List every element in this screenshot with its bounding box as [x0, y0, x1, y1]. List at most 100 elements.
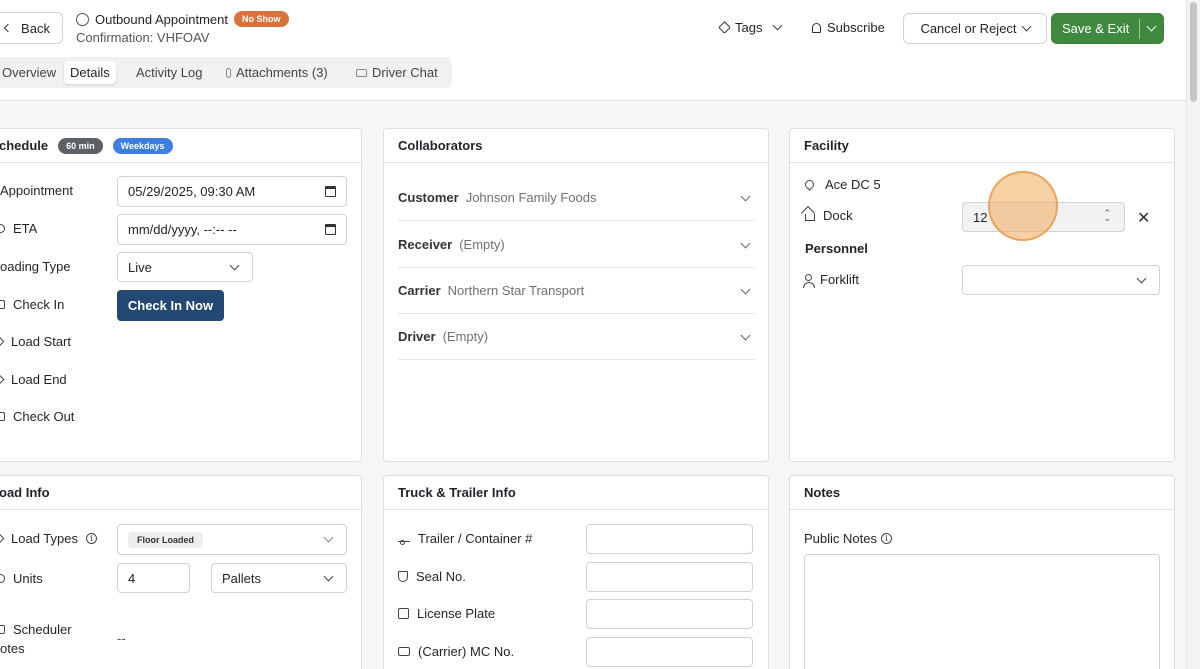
tab-attachments[interactable]: Attachments (3)	[220, 61, 334, 84]
collaborator-value: Johnson Family Foods	[465, 190, 597, 205]
units-input[interactable]: 4	[117, 563, 190, 593]
collaborator-row-carrier[interactable]: Carrier Northern Star Transport	[398, 268, 755, 314]
chevron-down-icon	[773, 20, 783, 31]
info-icon[interactable]: i	[880, 533, 892, 544]
facility-header: Facility	[790, 129, 1174, 163]
load-end-label: Load End	[0, 372, 67, 387]
checkbox-icon	[0, 412, 5, 421]
tags-dropdown[interactable]: Tags	[718, 20, 783, 35]
appointment-value: 05/29/2025, 09:30 AM	[128, 184, 256, 199]
notes-card: Notes Public Notes i	[789, 475, 1175, 669]
tab-activity-log[interactable]: Activity Log	[130, 61, 208, 84]
collaborator-key: Carrier	[398, 283, 441, 298]
back-button[interactable]: Back	[0, 12, 63, 44]
check-in-now-button[interactable]: Check In Now	[117, 290, 224, 321]
scheduler-notes-value: --	[117, 631, 126, 646]
chevron-down-icon	[740, 284, 751, 295]
stepper-icon[interactable]: ⌃ ⌄	[1103, 209, 1111, 223]
seal-label: Seal No.	[398, 569, 466, 584]
collaborator-row-receiver[interactable]: Receiver (Empty)	[398, 222, 755, 268]
clear-dock-icon[interactable]: ✕	[1137, 208, 1150, 228]
notes-title: Notes	[804, 485, 841, 500]
calendar-icon[interactable]	[325, 224, 336, 235]
tab-driver-chat[interactable]: Driver Chat	[350, 61, 444, 84]
scheduler-notes-label-2: otes	[0, 641, 25, 656]
chevron-down-icon	[323, 571, 334, 582]
loading-type-select[interactable]: Live	[117, 252, 253, 282]
chevron-down-icon	[323, 532, 334, 543]
tab-details[interactable]: Details	[64, 61, 116, 84]
appointment-title: Outbound Appointment	[95, 11, 228, 27]
personnel-title: Personnel	[805, 241, 868, 256]
collaborator-key: Receiver	[398, 237, 453, 252]
public-notes-textarea[interactable]	[804, 554, 1160, 669]
days-badge: Weekdays	[112, 137, 173, 154]
chevron-down-icon	[229, 260, 240, 271]
appointment-datetime-input[interactable]: 05/29/2025, 09:30 AM	[117, 176, 347, 207]
subscribe-label: Subscribe	[827, 20, 885, 35]
forklift-select[interactable]	[962, 265, 1160, 295]
scheduler-notes-label: Scheduler	[0, 622, 72, 637]
tags-label: Tags	[735, 20, 763, 35]
load-type-chip: Floor Loaded	[128, 531, 203, 548]
save-label: Save & Exit	[1062, 21, 1130, 36]
truck-icon	[398, 647, 410, 656]
trailer-input[interactable]	[586, 524, 753, 554]
tab-bar: Overview Details Activity Log Attachment…	[0, 57, 452, 88]
tab-overview[interactable]: Overview	[0, 61, 62, 84]
units-type-select[interactable]: Pallets	[211, 563, 347, 593]
cancel-or-reject-button[interactable]: Cancel or Reject	[903, 13, 1047, 44]
units-label: Units	[0, 571, 43, 586]
facility-location-value: Ace DC 5	[825, 177, 881, 192]
load-icon	[0, 533, 5, 544]
collaborators-card: Collaborators Customer Johnson Family Fo…	[383, 128, 769, 462]
bus-icon	[398, 608, 409, 619]
button-divider	[1139, 18, 1140, 39]
license-plate-input[interactable]	[586, 599, 753, 629]
bell-icon	[812, 22, 821, 33]
schedule-title: chedule	[0, 138, 49, 153]
chevron-left-icon	[3, 23, 13, 33]
person-icon	[803, 274, 815, 288]
forklift-label: Forklift	[803, 272, 859, 288]
check-out-label: Check Out	[0, 409, 74, 424]
load-info-header: oad Info	[0, 476, 361, 510]
mc-number-input[interactable]	[586, 637, 753, 667]
load-types-multiselect[interactable]: Floor Loaded	[117, 524, 347, 555]
calendar-icon[interactable]	[325, 186, 336, 197]
tab-label: Details	[70, 65, 110, 80]
shield-icon	[398, 571, 408, 582]
tab-label: Attachments (3)	[236, 65, 328, 80]
duration-badge: 60 min	[58, 137, 103, 154]
seal-input[interactable]	[586, 562, 753, 592]
subscribe-button[interactable]: Subscribe	[812, 20, 885, 35]
scrollbar-thumb[interactable]	[1190, 2, 1197, 102]
load-info-title: oad Info	[0, 485, 50, 500]
collaborator-value: Northern Star Transport	[447, 283, 585, 298]
eta-label: ETA	[0, 221, 37, 236]
eta-datetime-input[interactable]: mm/dd/yyyy, --:-- --	[117, 214, 347, 245]
chat-icon	[356, 68, 367, 77]
page-scrollbar[interactable]	[1186, 0, 1200, 669]
paperclip-icon	[226, 67, 231, 78]
save-and-exit-button[interactable]: Save & Exit	[1051, 13, 1164, 44]
load-icon	[0, 374, 5, 385]
truck-trailer-title: Truck & Trailer Info	[398, 485, 516, 500]
mc-number-label: (Carrier) MC No.	[398, 644, 514, 659]
dock-icon	[805, 214, 815, 221]
facility-title: Facility	[804, 138, 849, 153]
appointment-label: Appointment	[0, 183, 73, 198]
collaborators-title: Collaborators	[398, 138, 483, 153]
cancel-label: Cancel or Reject	[920, 21, 1017, 36]
collaborator-value: (Empty)	[459, 237, 505, 252]
confirmation-number: Confirmation: VHFOAV	[76, 30, 210, 45]
collaborator-row-customer[interactable]: Customer Johnson Family Foods	[398, 175, 755, 221]
dock-label: Dock	[805, 208, 853, 223]
loading-type-label: oading Type	[0, 259, 71, 274]
license-plate-label: License Plate	[398, 606, 495, 621]
chevron-down-icon[interactable]	[1146, 21, 1157, 32]
forklift-label-text: Forklift	[820, 272, 859, 287]
dock-value: 12	[973, 209, 988, 225]
info-icon[interactable]: i	[85, 533, 97, 544]
collaborator-row-driver[interactable]: Driver (Empty)	[398, 314, 755, 360]
